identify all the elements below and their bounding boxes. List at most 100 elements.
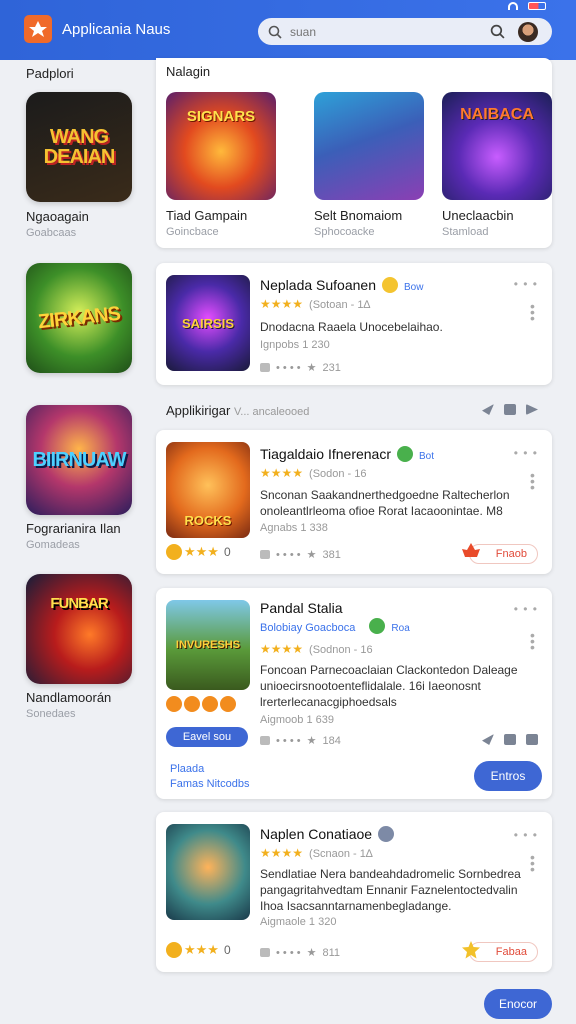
featured-game-name: Selt Bnomaiom	[314, 208, 403, 223]
card-description: Snconan Saakandnerthedgoedne Raltecherlo…	[260, 488, 510, 518]
card-stars: ★★★★ (Scnaon - 1∆	[260, 846, 373, 860]
game-art-label: BIIRNUAW	[32, 449, 126, 471]
footer-button[interactable]: Enocor	[484, 989, 552, 1019]
game-tile[interactable]: BIIRNUAW	[26, 405, 132, 515]
game-art-label: SAIRSIS	[181, 315, 234, 331]
featured-game-tile[interactable]: SIGNARS	[166, 92, 276, 200]
likes-count: 811	[322, 946, 340, 959]
card-actions: • • • • ★ 381	[260, 548, 341, 561]
game-card[interactable]: INVURESHS Pandal Stalia Bolobiay Goacboc…	[156, 588, 552, 799]
tag-pill[interactable]: Fabaa	[461, 941, 538, 962]
game-art-label: ROCKS	[184, 513, 232, 528]
tag-icon[interactable]	[504, 734, 516, 745]
rating-value: 0	[223, 545, 231, 559]
card-meta: Agnabs 1 338	[260, 522, 328, 534]
card-game-art: ROCKS	[166, 442, 250, 538]
star-icon[interactable]: ★	[307, 548, 317, 561]
card-actions: • • • • ★ 811	[260, 946, 340, 959]
card-game-art: INVURESHS	[166, 600, 250, 690]
star-icon[interactable]: ★	[307, 361, 317, 374]
play-icon[interactable]	[526, 404, 538, 415]
card-share-icons	[482, 734, 538, 745]
card-title-text: Tiagaldaio Ifnerenacr	[260, 446, 392, 462]
star-icon[interactable]: ★	[307, 734, 317, 747]
share-icon[interactable]	[482, 404, 494, 415]
tag-pill[interactable]: Fnaob	[461, 543, 538, 564]
game-art-label: INVURESHS	[175, 639, 241, 651]
card-meta: Aigmaole 1 320	[260, 916, 337, 928]
card-description: Sendlatiae Nera bandeahdadromelic Sornbe…	[260, 867, 521, 913]
featured-game-tile[interactable]	[314, 92, 424, 200]
card-link[interactable]: Plaada	[170, 762, 204, 777]
vertical-menu-icon[interactable]: • • •	[530, 299, 535, 325]
more-dots-icon[interactable]: • • •	[514, 446, 538, 460]
card-action-button[interactable]: Entros	[474, 761, 542, 791]
gallery-icon[interactable]	[504, 404, 516, 415]
card-meta: Ignpobs 1 230	[260, 339, 330, 351]
card-subtitle-text: Bolobiay Goacboca	[260, 622, 356, 634]
search-input[interactable]	[290, 24, 470, 39]
verified-badge-icon	[382, 277, 398, 293]
game-art-label: NAIBACA	[460, 106, 534, 123]
thumbs-up-icon[interactable]	[260, 948, 270, 957]
rating-circle-icon	[166, 942, 182, 958]
thumbs-up-icon[interactable]	[260, 363, 270, 372]
game-art-label: ZIRKANS	[37, 302, 121, 334]
star-icon[interactable]: ★	[307, 946, 317, 959]
card-link[interactable]: Famas Nitcodbs	[170, 777, 249, 792]
grid-icon[interactable]	[526, 734, 538, 745]
game-name: Fograrianira Ilan	[26, 521, 121, 536]
thumbs-up-icon[interactable]	[260, 550, 270, 559]
more-dots-icon[interactable]: • • •	[514, 828, 538, 842]
featured-game-subtitle: Goincbace	[166, 226, 219, 238]
vertical-menu-icon[interactable]: • • •	[530, 468, 535, 494]
card-actions: • • • • ★ 184	[260, 734, 341, 747]
section-subtitle: V... ancaleooed	[233, 406, 310, 418]
rating-count: (Sodon - 16	[309, 468, 367, 480]
flame-icon	[461, 543, 480, 557]
vertical-menu-icon[interactable]: • • •	[530, 628, 535, 654]
thumbs-up-icon[interactable]	[260, 736, 270, 745]
game-tile[interactable]: FUNBAR	[26, 574, 132, 684]
vertical-menu-icon[interactable]: • • •	[530, 850, 535, 876]
rating-circle-icon	[166, 696, 182, 712]
card-title: Tiagaldaio Ifnerenacr Bot	[260, 446, 434, 462]
rating-circle-icon	[166, 544, 182, 560]
battery-icon	[528, 2, 546, 10]
search-bar[interactable]	[258, 18, 552, 45]
rating-value: 0	[223, 943, 231, 957]
card-rating-icons	[166, 696, 236, 712]
more-dots-icon[interactable]: • • •	[514, 602, 538, 616]
search-icon	[268, 25, 282, 39]
section-icons	[482, 404, 538, 415]
card-title: Neplada Sufoanen Bow	[260, 277, 423, 293]
game-card[interactable]: Naplen Conatiaoe • • • • • • ★★★★ (Scnaon -…	[156, 812, 552, 972]
action-chip[interactable]: Eavel sou	[166, 727, 248, 747]
game-card[interactable]: ROCKS Tiagaldaio Ifnerenacr Bot • • • • • •…	[156, 430, 552, 574]
featured-game-name: Uneclaacbin	[442, 208, 514, 223]
card-game-art: SAIRSIS	[166, 275, 250, 371]
section-title: Applikirigar	[166, 403, 231, 418]
app-title: Applicania Naus	[62, 21, 171, 38]
likes-count: 231	[322, 361, 341, 374]
featured-game-tile[interactable]: NAIBACA	[442, 92, 552, 200]
app-logo[interactable]	[24, 15, 52, 43]
more-dots-icon[interactable]: • • •	[514, 277, 538, 291]
share-icon[interactable]	[482, 734, 494, 745]
card-description: Dnodacna Raaela Unocebelaihao.	[260, 320, 443, 334]
card-title-text: Neplada Sufoanen	[260, 277, 376, 293]
verified-badge-icon	[369, 618, 386, 634]
featured-heading: Nalagin	[166, 64, 211, 79]
game-name: Ngaoagain	[26, 209, 89, 224]
user-avatar[interactable]	[518, 22, 538, 42]
game-subtitle: Gomadeas	[26, 539, 80, 551]
game-tile[interactable]: WANG DEAIAN	[26, 92, 132, 202]
game-card[interactable]: SAIRSIS Neplada Sufoanen Bow • • • • • • ★★…	[156, 263, 552, 385]
star-badge-icon	[461, 941, 480, 959]
rating-stars: ★★★★	[260, 466, 304, 480]
search-submit-icon[interactable]	[490, 24, 505, 39]
game-tile[interactable]: ZIRKANS	[26, 263, 132, 373]
likes-count: 381	[322, 548, 341, 561]
wifi-icon	[508, 2, 518, 10]
card-description: Foncoan Parnecoaclaian Clackontedon Dale…	[260, 663, 518, 709]
